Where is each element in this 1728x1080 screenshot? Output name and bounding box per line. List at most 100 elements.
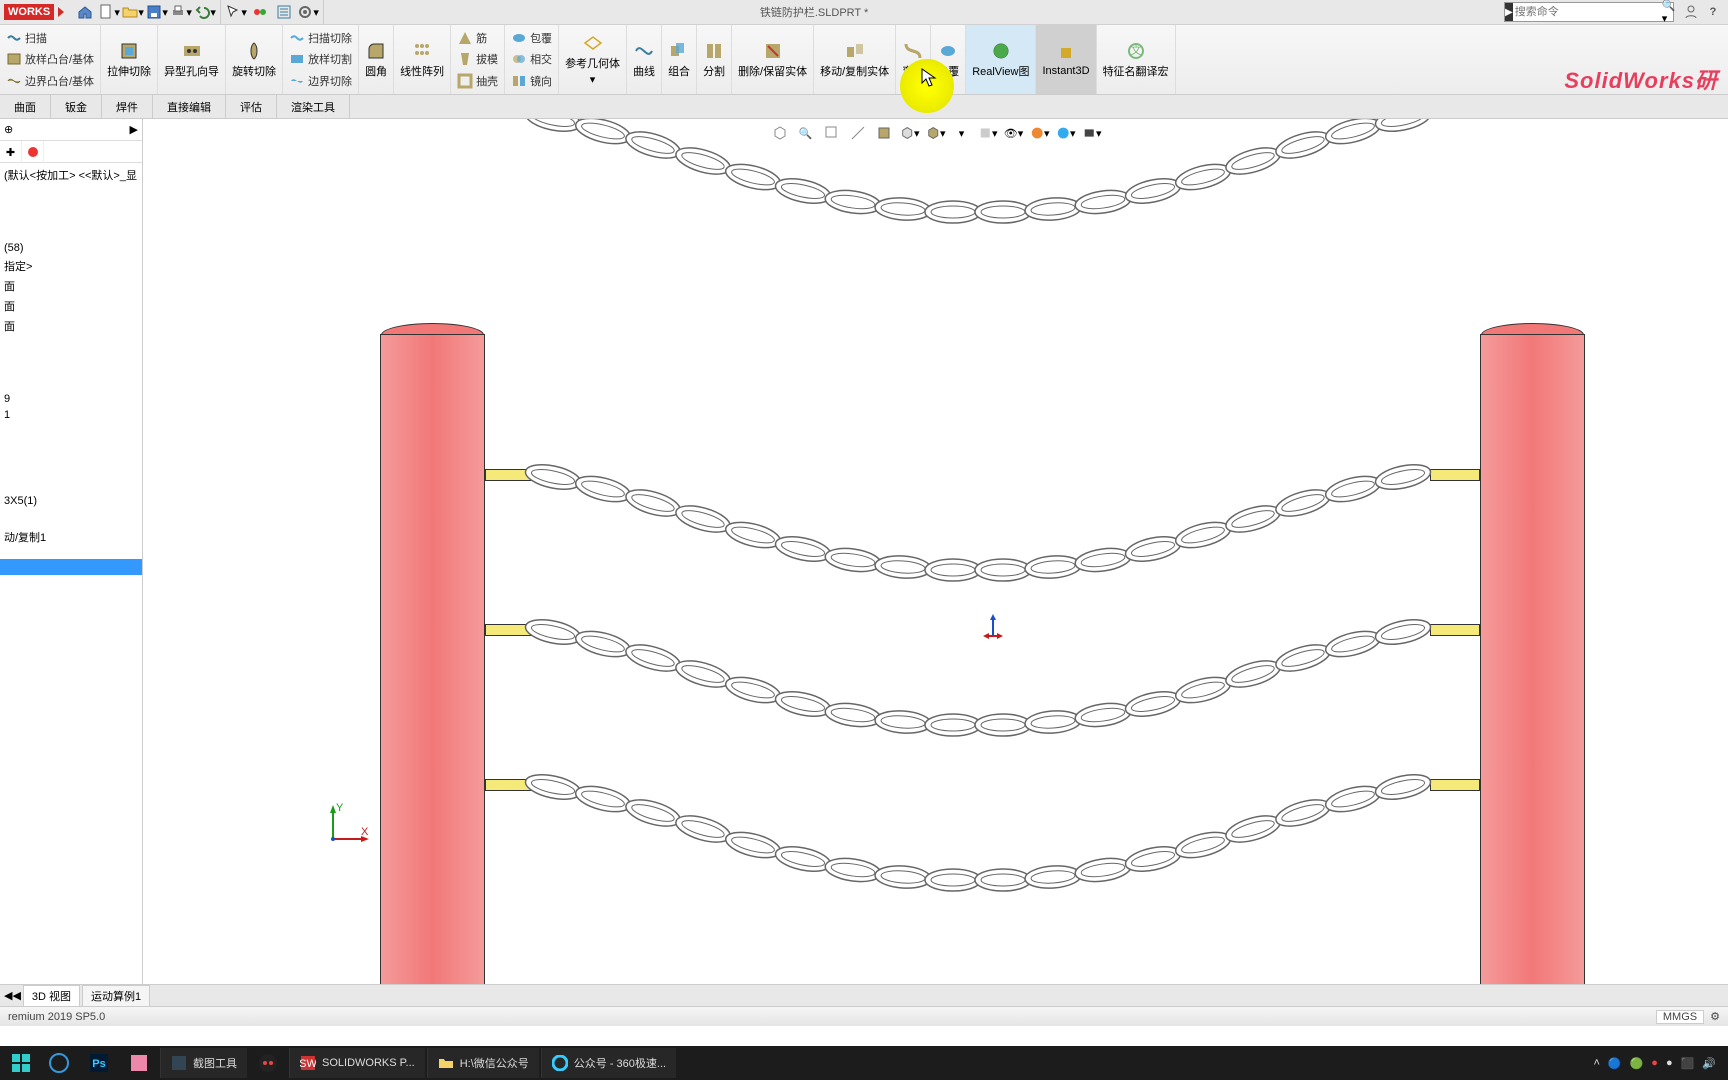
taskbar-task-screenshot[interactable]: 截图工具 <box>160 1048 247 1078</box>
appearance-icon[interactable]: ▾ <box>1030 123 1050 143</box>
tree-item[interactable]: 面 <box>0 316 142 336</box>
bottom-tab-motion[interactable]: 运动算例1 <box>82 985 150 1006</box>
panel-tab-crosshair-icon[interactable]: ✚ <box>0 141 22 163</box>
taskbar-gallery-icon[interactable] <box>120 1048 158 1078</box>
tray-icon[interactable]: ⬛ <box>1681 1057 1695 1070</box>
render-settings-icon[interactable]: ▾ <box>1082 123 1102 143</box>
tab-direct-edit[interactable]: 直接编辑 <box>153 95 226 118</box>
tray-up-icon[interactable]: ˄ <box>1593 1057 1599 1069</box>
search-dropdown-icon[interactable]: 🔍▾ <box>1659 0 1679 25</box>
display-style-icon[interactable]: ▾ <box>926 123 946 143</box>
ribbon-linear-pattern[interactable]: 线性阵列 <box>394 25 451 94</box>
tree-item[interactable]: 面 <box>0 296 142 316</box>
options-list-icon[interactable] <box>273 2 295 22</box>
ribbon-combine[interactable]: 组合 <box>662 25 697 94</box>
command-search[interactable]: ▶ 🔍▾ <box>1504 2 1674 22</box>
ribbon-sweep-cut[interactable]: 扫描切除 <box>287 29 354 47</box>
ribbon-split[interactable]: 分割 <box>697 25 732 94</box>
scene-icon[interactable]: ▾ <box>1056 123 1076 143</box>
tab-evaluate[interactable]: 评估 <box>226 95 277 118</box>
tree-item[interactable]: 指定> <box>0 256 142 276</box>
tree-item[interactable]: 动/复制1 <box>0 527 142 547</box>
tree-item[interactable]: 1 <box>0 407 142 423</box>
ribbon-loft-boss[interactable]: 放样凸台/基体 <box>4 50 96 68</box>
tree-item[interactable]: 3X5(1) <box>0 493 142 509</box>
tray-icon[interactable]: 🔵 <box>1608 1057 1622 1070</box>
open-icon[interactable]: ▾ <box>122 2 144 22</box>
ribbon-mirror[interactable]: 镜向 <box>509 72 554 90</box>
ribbon-hole-wizard[interactable]: 异型孔向导 <box>158 25 226 94</box>
ribbon-fillet[interactable]: 圆角 <box>359 25 394 94</box>
undo-icon[interactable]: ▾ <box>194 2 216 22</box>
select-cursor-icon[interactable]: ▾ <box>225 2 247 22</box>
search-input[interactable] <box>1513 6 1659 18</box>
hide-show-icon[interactable]: ▾ <box>952 123 972 143</box>
panel-collapse-icon[interactable]: ▶ <box>130 123 138 136</box>
taskbar-task-solidworks[interactable]: SWSOLIDWORKS P... <box>289 1048 425 1078</box>
ribbon-curves[interactable]: 曲线 <box>627 25 662 94</box>
eye-icon[interactable]: 👁▾ <box>1004 123 1024 143</box>
graphics-viewport[interactable]: 🔍 ▾ ▾ ▾ ▾ 👁▾ ▾ ▾ ▾ <box>143 119 1728 984</box>
ribbon-boundary-boss[interactable]: 边界凸台/基体 <box>4 72 96 90</box>
taskbar-app-icon[interactable] <box>249 1048 287 1078</box>
home-icon[interactable] <box>74 2 96 22</box>
view-cube-icon[interactable]: ▾ <box>900 123 920 143</box>
ribbon-delete-keep-body[interactable]: 删除/保留实体 <box>732 25 814 94</box>
ribbon-sweep[interactable]: 扫描 <box>4 29 96 47</box>
previous-view-icon[interactable] <box>848 123 868 143</box>
taskbar-browser-icon[interactable] <box>40 1048 78 1078</box>
ribbon-boundary-cut[interactable]: 边界切除 <box>287 72 354 90</box>
ribbon-rib[interactable]: 筋 <box>455 29 500 47</box>
ribbon-reference-geometry[interactable]: 参考几何体▾ <box>559 25 627 94</box>
tree-item[interactable]: (58) <box>0 240 142 256</box>
bottom-tab-3dview[interactable]: 3D 视图 <box>23 985 80 1006</box>
tab-surface[interactable]: 曲面 <box>0 95 51 118</box>
tree-item-selected[interactable] <box>0 559 142 575</box>
ribbon-feature-translate[interactable]: 文特征名翻译宏 <box>1097 25 1176 94</box>
ribbon-move-copy-body[interactable]: 移动/复制实体 <box>814 25 896 94</box>
tray-volume-icon[interactable]: 🔊 <box>1702 1057 1716 1070</box>
ribbon-wrap[interactable]: 包覆 <box>509 29 554 47</box>
unit-system[interactable]: MMGS <box>1656 1010 1704 1024</box>
settings-gear-icon[interactable]: ▾ <box>297 2 319 22</box>
tray-icon[interactable]: ● <box>1666 1057 1673 1069</box>
ribbon-draft[interactable]: 拔模 <box>455 50 500 68</box>
new-doc-icon[interactable]: ▾ <box>98 2 120 22</box>
shadows-icon[interactable]: ▾ <box>978 123 998 143</box>
tray-rec-icon[interactable]: ● <box>1651 1057 1658 1069</box>
ribbon-instant3d[interactable]: Instant3D <box>1036 25 1096 94</box>
model-left-pillar <box>380 334 485 984</box>
tab-sheetmetal[interactable]: 钣金 <box>51 95 102 118</box>
panel-tab-appearance-icon[interactable] <box>22 141 44 163</box>
svg-text:文: 文 <box>1130 43 1141 57</box>
ribbon-extrude-cut[interactable]: 拉伸切除 <box>101 25 158 94</box>
user-icon[interactable] <box>1680 2 1702 22</box>
tree-root[interactable]: (默认<按加工> <<默认>_显 <box>0 165 142 185</box>
zoom-area-icon[interactable] <box>822 123 842 143</box>
ribbon-shell[interactable]: 抽壳 <box>455 72 500 90</box>
ribbon-realview[interactable]: RealView图 <box>966 25 1036 94</box>
ribbon-revolve-cut[interactable]: 旋转切除 <box>226 25 283 94</box>
tab-weldment[interactable]: 焊件 <box>102 95 153 118</box>
save-icon[interactable]: ▾ <box>146 2 168 22</box>
status-gear-icon[interactable]: ⚙ <box>1710 1010 1720 1023</box>
zoom-fit-icon[interactable]: 🔍 <box>796 123 816 143</box>
panel-expand-icon[interactable]: ⊕ <box>4 123 13 136</box>
tree-item[interactable]: 9 <box>0 391 142 407</box>
help-icon[interactable]: ? <box>1702 2 1724 22</box>
taskbar-task-folder[interactable]: H:\微信公众号 <box>427 1048 539 1078</box>
tab-nav-prev-icon[interactable]: ◀◀ <box>4 989 21 1002</box>
taskbar-photoshop-icon[interactable]: Ps <box>80 1048 118 1078</box>
tray-icon[interactable]: 🟢 <box>1630 1057 1644 1070</box>
tree-item[interactable]: 面 <box>0 276 142 296</box>
view-orientation-icon[interactable] <box>770 123 790 143</box>
section-view-icon[interactable] <box>874 123 894 143</box>
start-button[interactable] <box>4 1048 38 1078</box>
system-tray[interactable]: ˄ 🔵 🟢 ● ● ⬛ 🔊 <box>1585 1057 1724 1070</box>
print-icon[interactable]: ▾ <box>170 2 192 22</box>
ribbon-loft-cut[interactable]: 放样切割 <box>287 50 354 68</box>
tab-render-tools[interactable]: 渲染工具 <box>277 95 350 118</box>
stoplight-icon[interactable] <box>249 2 271 22</box>
ribbon-intersect[interactable]: 相交 <box>509 50 554 68</box>
taskbar-task-360browser[interactable]: 公众号 - 360极速... <box>541 1048 676 1078</box>
